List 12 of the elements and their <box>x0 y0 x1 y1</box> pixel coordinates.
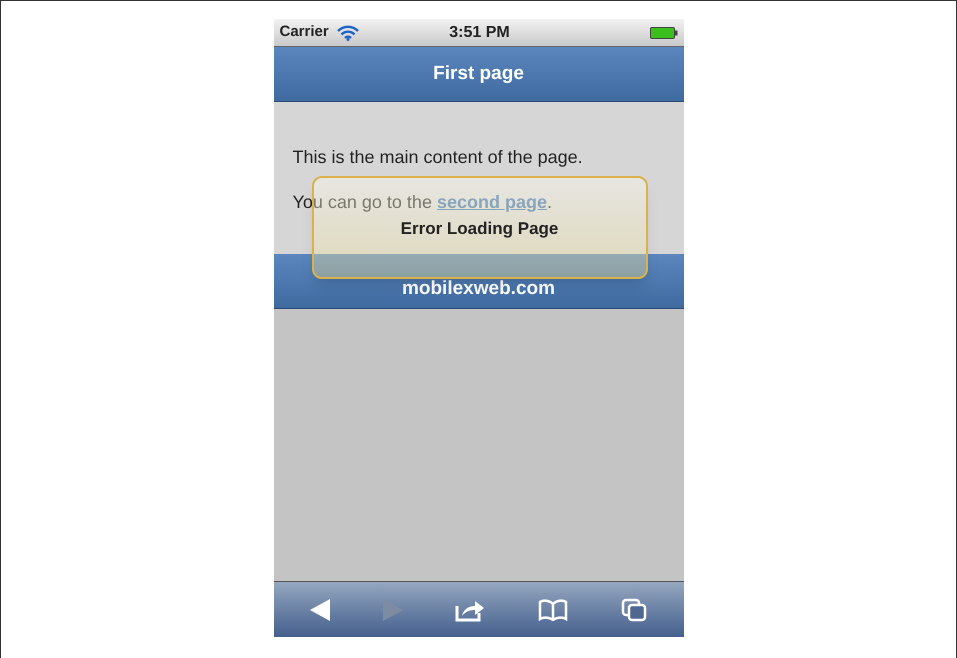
carrier-label: Carrier <box>280 22 329 42</box>
clock-time: 3:51 PM <box>448 22 511 42</box>
battery-icon <box>650 26 678 38</box>
footer-text: mobilexweb.com <box>402 276 556 300</box>
pages-icon[interactable] <box>621 598 648 622</box>
content-text: This is the main content of the page. <box>292 146 584 169</box>
alert-message: Error Loading Page <box>400 218 558 240</box>
page-title: First page <box>433 62 524 86</box>
second-page-link[interactable]: second page <box>436 192 547 212</box>
wifi-icon <box>336 24 359 40</box>
book-icon[interactable] <box>538 598 568 620</box>
back-arrow-icon[interactable] <box>310 598 330 620</box>
